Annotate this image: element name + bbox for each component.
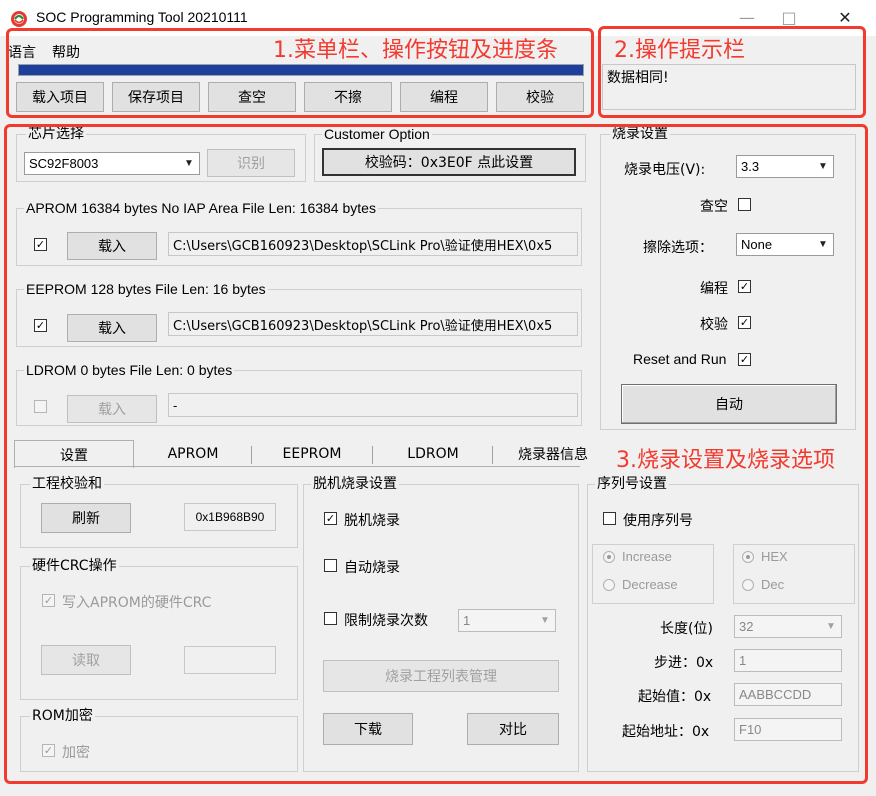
annotation-label-menu: 1.菜单栏、操作按钮及进度条	[273, 38, 558, 63]
window-title: SOC Programming Tool 20210111	[36, 9, 248, 25]
app-logo-icon	[11, 11, 27, 27]
annotation-label-message: 2.操作提示栏	[614, 38, 745, 63]
annotation-label-settings: 3.烧录设置及烧录选项	[616, 442, 835, 474]
